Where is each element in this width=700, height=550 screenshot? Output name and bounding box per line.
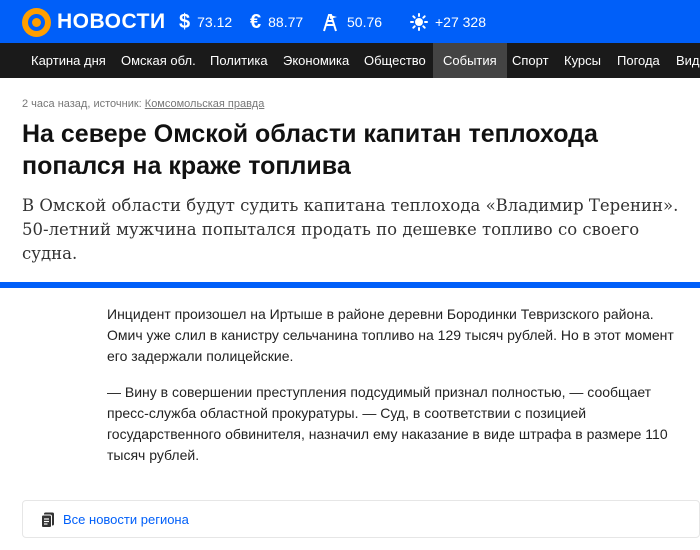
nav-item-ekonomika[interactable]: Экономика: [283, 43, 349, 78]
logo[interactable]: НОВОСТИ: [22, 7, 166, 37]
top-bar: НОВОСТИ $ 73.12 € 88.77 50.76 +27 328: [0, 0, 700, 43]
nav-item-omskaya-obl[interactable]: Омская обл.: [121, 43, 196, 78]
dollar-icon: $: [179, 11, 191, 33]
article-title: На севере Омской области капитан теплохо…: [22, 120, 598, 180]
ticker-oil[interactable]: 50.76: [320, 11, 382, 33]
nav-item-sobytiya[interactable]: События: [433, 43, 507, 78]
oil-rig-icon: [320, 12, 340, 32]
nav-item-politika[interactable]: Политика: [210, 43, 268, 78]
source-link[interactable]: Комсомольская правда: [145, 98, 265, 110]
logo-text: НОВОСТИ: [57, 10, 166, 33]
ticker-weather[interactable]: +27 328: [410, 11, 486, 33]
article-paragraph: Инцидент произошел на Иртыше в районе де…: [107, 306, 674, 364]
ticker-oil-value: 50.76: [347, 14, 383, 30]
at-logo-icon: [22, 7, 51, 37]
divider: [0, 282, 700, 288]
nav-item-more[interactable]: Вид: [676, 43, 700, 78]
nav-item-kartina-dnya[interactable]: Картина дня: [31, 43, 106, 78]
region-news-link[interactable]: Все новости региона: [22, 500, 700, 538]
nav-item-kursy[interactable]: Курсы: [564, 43, 601, 78]
article-meta: 2 часа назад, источник: Комсомольская пр…: [22, 98, 264, 110]
nav-item-pogoda[interactable]: Погода: [617, 43, 660, 78]
article-time: 2 часа назад, источник:: [22, 98, 145, 110]
sun-icon: [410, 13, 428, 31]
euro-icon: €: [250, 11, 262, 33]
nav-item-sport[interactable]: Спорт: [512, 43, 549, 78]
news-icon: [41, 512, 55, 533]
article-lead: В Омской области будут судить капитана т…: [22, 196, 679, 263]
article-paragraph: — Вину в совершении преступления подсуди…: [107, 384, 668, 463]
ticker-eur[interactable]: € 88.77: [250, 11, 303, 33]
category-nav: Картина дня Омская обл. Политика Экономи…: [0, 43, 700, 78]
ticker-weather-value: +27 328: [435, 14, 486, 30]
ticker-usd-value: 73.12: [197, 14, 233, 30]
ticker-eur-value: 88.77: [268, 14, 304, 30]
region-news-label: Все новости региона: [63, 512, 189, 527]
ticker-usd[interactable]: $ 73.12: [179, 11, 232, 33]
nav-item-obshchestvo[interactable]: Общество: [364, 43, 426, 78]
